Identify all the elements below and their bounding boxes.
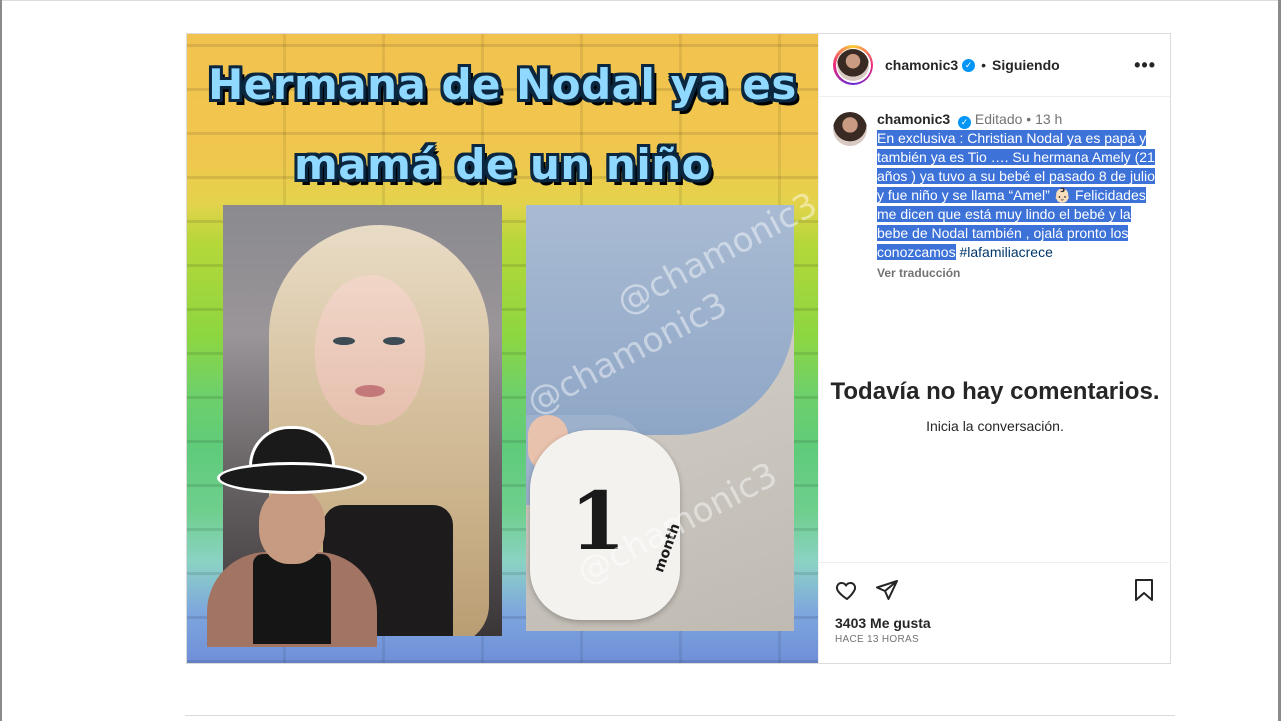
post-dialog: Hermana de Nodal ya es mamá de un niño 1 bbox=[186, 33, 1171, 664]
verified-badge-icon: ✓ bbox=[958, 116, 972, 129]
caption-text: En exclusiva : Christian Nodal ya es pap… bbox=[877, 129, 1163, 262]
no-comments-subtitle: Inicia la conversación. bbox=[926, 418, 1064, 434]
page-divider bbox=[185, 715, 1175, 716]
post-timestamp: HACE 13 HORAS bbox=[835, 634, 919, 645]
baby-photo: 1 month bbox=[526, 205, 794, 631]
cowboy-head bbox=[259, 488, 325, 564]
right-eye bbox=[383, 337, 405, 345]
username-link[interactable]: chamonic3 bbox=[885, 57, 958, 73]
separator: • bbox=[1026, 111, 1032, 127]
post-image[interactable]: Hermana de Nodal ya es mamá de un niño 1 bbox=[187, 34, 818, 663]
caption-username[interactable]: chamonic3 bbox=[877, 111, 950, 127]
headline-line-1: Hermana de Nodal ya es bbox=[208, 60, 797, 109]
left-eye bbox=[333, 337, 355, 345]
verified-badge-icon: ✓ bbox=[962, 58, 976, 72]
caption: chamonic3 ✓ Editado • 13 h En exclusiva … bbox=[833, 110, 1163, 280]
separator: • bbox=[981, 57, 987, 73]
milestone-number: 1 bbox=[570, 474, 626, 568]
likes-count[interactable]: 3403 Me gusta bbox=[835, 615, 1155, 631]
avatar bbox=[837, 49, 869, 81]
milestone-unit: month bbox=[651, 521, 684, 575]
no-comments-state: Todavía no hay comentarios. Inicia la co… bbox=[819, 376, 1171, 434]
caption-avatar[interactable] bbox=[833, 112, 867, 146]
heart-icon[interactable] bbox=[835, 578, 859, 602]
following-button[interactable]: Siguiendo bbox=[992, 57, 1060, 73]
post-side-panel: chamonic3 ✓ • Siguiendo ••• chamonic3 ✓ … bbox=[818, 34, 1171, 663]
hashtag-link[interactable]: #lafamiliacrece bbox=[959, 244, 1052, 260]
lips bbox=[355, 385, 385, 397]
window-left-border bbox=[0, 0, 2, 721]
post-header: chamonic3 ✓ • Siguiendo ••• bbox=[819, 34, 1170, 97]
window-top-border bbox=[0, 0, 1281, 1]
face-shape bbox=[315, 275, 425, 425]
cowboy-vest bbox=[253, 554, 331, 644]
see-translation-link[interactable]: Ver traducción bbox=[877, 266, 1163, 280]
cowboy-cutout bbox=[187, 422, 377, 647]
baby-blanket bbox=[526, 205, 794, 435]
headline-line-2: mamá de un niño bbox=[294, 140, 711, 189]
more-icon[interactable]: ••• bbox=[1134, 55, 1156, 76]
caption-selected-text: En exclusiva : Christian Nodal ya es pap… bbox=[877, 130, 1155, 260]
share-icon[interactable] bbox=[875, 578, 899, 602]
edited-label: Editado bbox=[974, 111, 1023, 127]
milestone-card: 1 month bbox=[530, 430, 684, 620]
no-comments-title: Todavía no hay comentarios. bbox=[830, 378, 1160, 405]
caption-time: 13 h bbox=[1035, 111, 1063, 127]
post-actions: 3403 Me gusta HACE 13 HORAS bbox=[819, 562, 1171, 663]
bookmark-icon[interactable] bbox=[1133, 578, 1155, 602]
cowboy-hat-brim bbox=[217, 462, 367, 494]
story-ring-avatar[interactable] bbox=[833, 45, 873, 85]
